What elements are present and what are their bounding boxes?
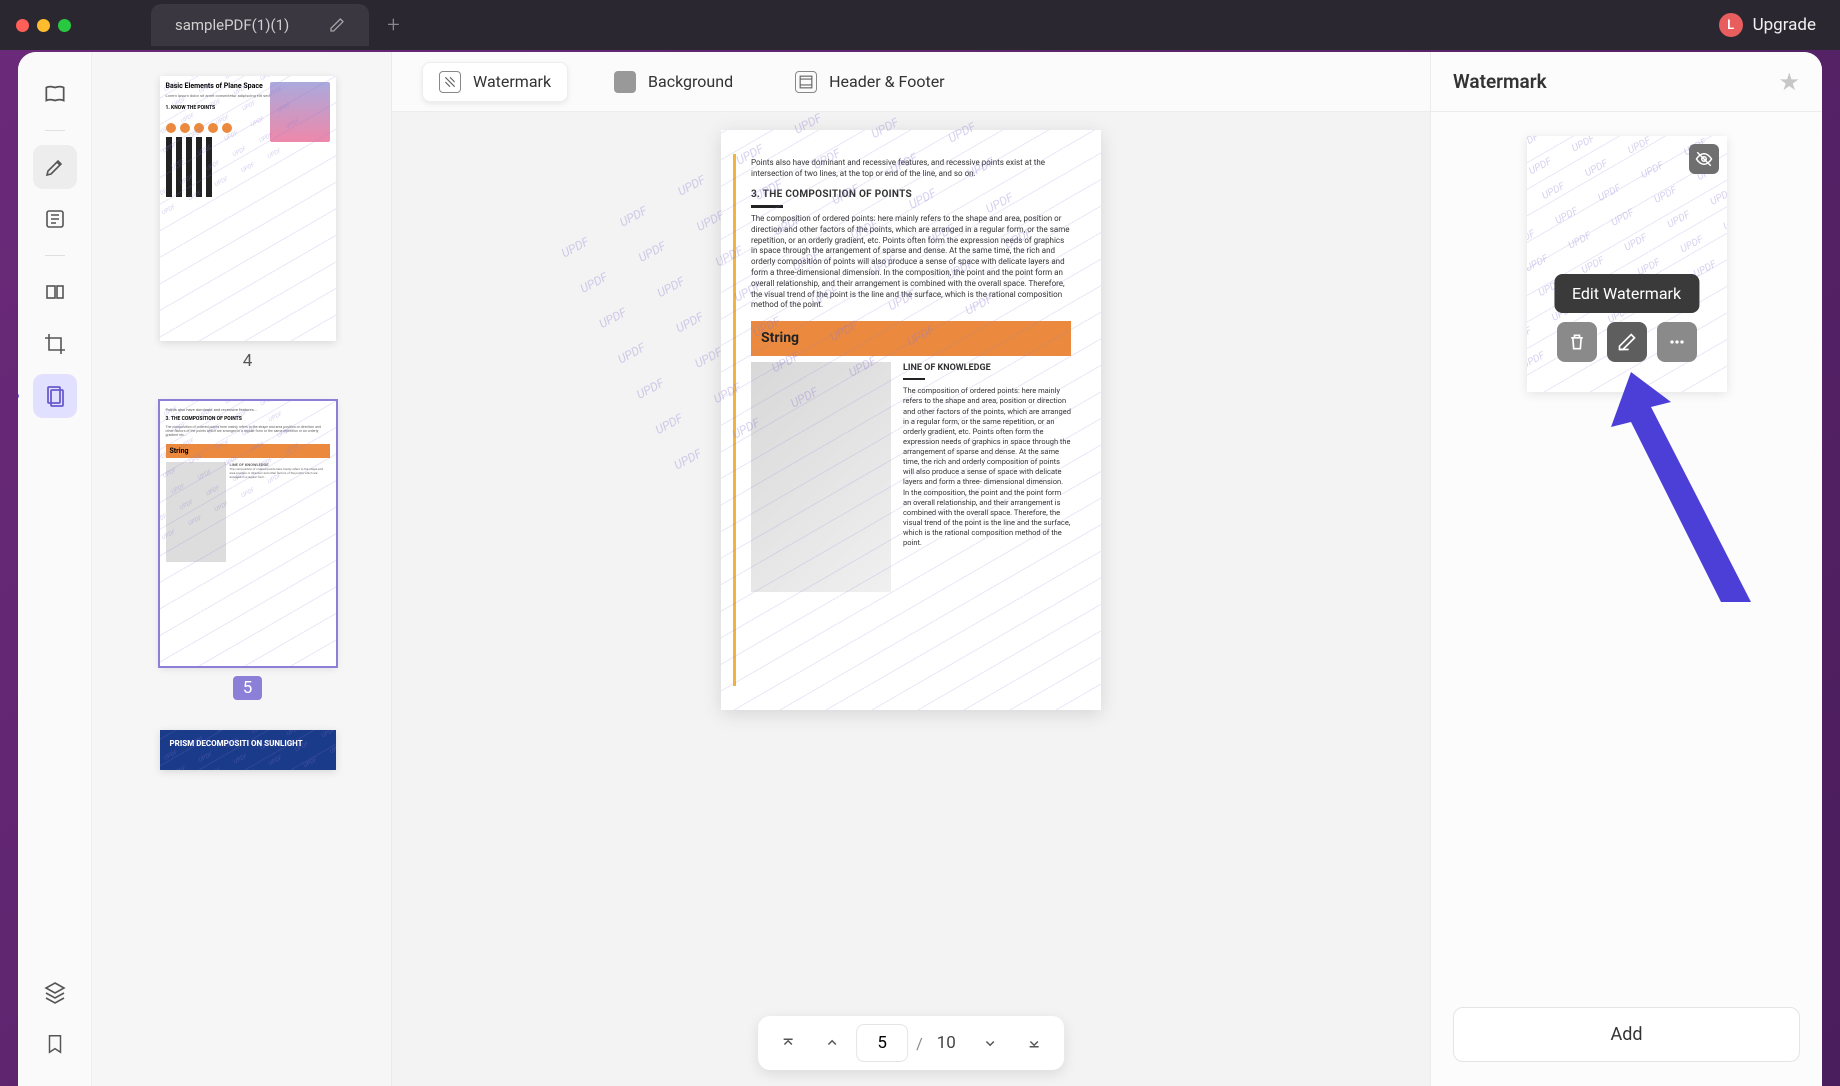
rail-page-tools-icon[interactable] bbox=[33, 374, 77, 418]
watermark-overlay bbox=[160, 401, 336, 666]
avatar[interactable]: L bbox=[1719, 13, 1743, 37]
background-icon bbox=[614, 71, 636, 93]
titlebar: samplePDF(1)(1) + L Upgrade bbox=[0, 0, 1840, 50]
rail-organize-icon[interactable] bbox=[33, 270, 77, 314]
edit-watermark-button[interactable] bbox=[1607, 322, 1647, 362]
right-panel-body: Edit Watermark bbox=[1431, 112, 1822, 989]
rail-bookmark-icon[interactable] bbox=[33, 1022, 77, 1066]
tool-background-label: Background bbox=[648, 72, 733, 91]
edit-watermark-tooltip: Edit Watermark bbox=[1554, 274, 1699, 313]
watermark-actions bbox=[1557, 322, 1697, 362]
thumb5-number: 5 bbox=[233, 676, 263, 700]
page-number-input[interactable] bbox=[856, 1024, 908, 1062]
document-view[interactable]: Points also have dominant and recessive … bbox=[392, 112, 1430, 1086]
rail-reader-icon[interactable] bbox=[33, 72, 77, 116]
tool-header-footer[interactable]: Header & Footer bbox=[779, 63, 961, 101]
tool-watermark-label: Watermark bbox=[473, 72, 551, 91]
header-footer-icon bbox=[795, 71, 817, 93]
window-controls bbox=[16, 19, 71, 32]
minimize-window-button[interactable] bbox=[37, 19, 50, 32]
page-tools-toolbar: Watermark Background Header & Footer bbox=[392, 52, 1430, 112]
page-5: Points also have dominant and recessive … bbox=[721, 130, 1101, 710]
upgrade-button[interactable]: L Upgrade bbox=[1719, 13, 1816, 37]
app-window: Basic Elements of Plane Space Lorem ipsu… bbox=[18, 52, 1822, 1086]
more-watermark-button[interactable] bbox=[1657, 322, 1697, 362]
thumbnail-page-4[interactable]: Basic Elements of Plane Space Lorem ipsu… bbox=[132, 76, 363, 371]
right-panel-header: Watermark ★ bbox=[1431, 52, 1822, 112]
watermark-overlay bbox=[721, 130, 1101, 710]
thumbnail-page-5[interactable]: Points also have dominant and recessive … bbox=[132, 401, 363, 700]
tool-watermark[interactable]: Watermark bbox=[422, 62, 568, 102]
last-page-button[interactable] bbox=[1014, 1024, 1054, 1062]
rename-tab-icon[interactable] bbox=[329, 17, 345, 33]
maximize-window-button[interactable] bbox=[58, 19, 71, 32]
watermark-icon bbox=[439, 71, 461, 93]
right-panel-title: Watermark bbox=[1453, 70, 1547, 93]
toggle-visibility-icon[interactable] bbox=[1689, 144, 1719, 174]
next-page-button[interactable] bbox=[970, 1024, 1010, 1062]
rail-edit-text-icon[interactable] bbox=[33, 197, 77, 241]
annotation-arrow bbox=[1611, 372, 1761, 612]
rail-layers-icon[interactable] bbox=[33, 970, 77, 1014]
first-page-button[interactable] bbox=[768, 1024, 808, 1062]
right-panel-footer: Add bbox=[1431, 989, 1822, 1086]
favorite-star-icon[interactable]: ★ bbox=[1778, 68, 1800, 96]
page-separator: / bbox=[912, 1034, 927, 1053]
page-navigation: / 10 bbox=[758, 1016, 1064, 1070]
tool-header-footer-label: Header & Footer bbox=[829, 72, 945, 91]
add-tab-button[interactable]: + bbox=[387, 13, 399, 38]
upgrade-label: Upgrade bbox=[1753, 15, 1816, 35]
prev-page-button[interactable] bbox=[812, 1024, 852, 1062]
rail-highlight-icon[interactable] bbox=[33, 145, 77, 189]
left-rail bbox=[18, 52, 92, 1086]
right-panel: Watermark ★ Edit Watermark bbox=[1430, 52, 1822, 1086]
close-window-button[interactable] bbox=[16, 19, 29, 32]
center-panel: Watermark Background Header & Footer Poi… bbox=[392, 52, 1430, 1086]
thumbnail-page-6[interactable]: PRISM DECOMPOSITI ON SUNLIGHT bbox=[132, 730, 363, 770]
add-watermark-button[interactable]: Add bbox=[1453, 1007, 1800, 1062]
delete-watermark-button[interactable] bbox=[1557, 322, 1597, 362]
thumb4-number: 4 bbox=[243, 351, 253, 371]
thumbnails-panel[interactable]: Basic Elements of Plane Space Lorem ipsu… bbox=[92, 52, 392, 1086]
tool-background[interactable]: Background bbox=[598, 63, 749, 101]
tab-title: samplePDF(1)(1) bbox=[175, 16, 289, 34]
rail-crop-icon[interactable] bbox=[33, 322, 77, 366]
watermark-overlay bbox=[160, 76, 336, 341]
document-tab[interactable]: samplePDF(1)(1) bbox=[151, 4, 369, 46]
page-total: 10 bbox=[931, 1033, 966, 1053]
watermark-overlay bbox=[160, 730, 336, 770]
